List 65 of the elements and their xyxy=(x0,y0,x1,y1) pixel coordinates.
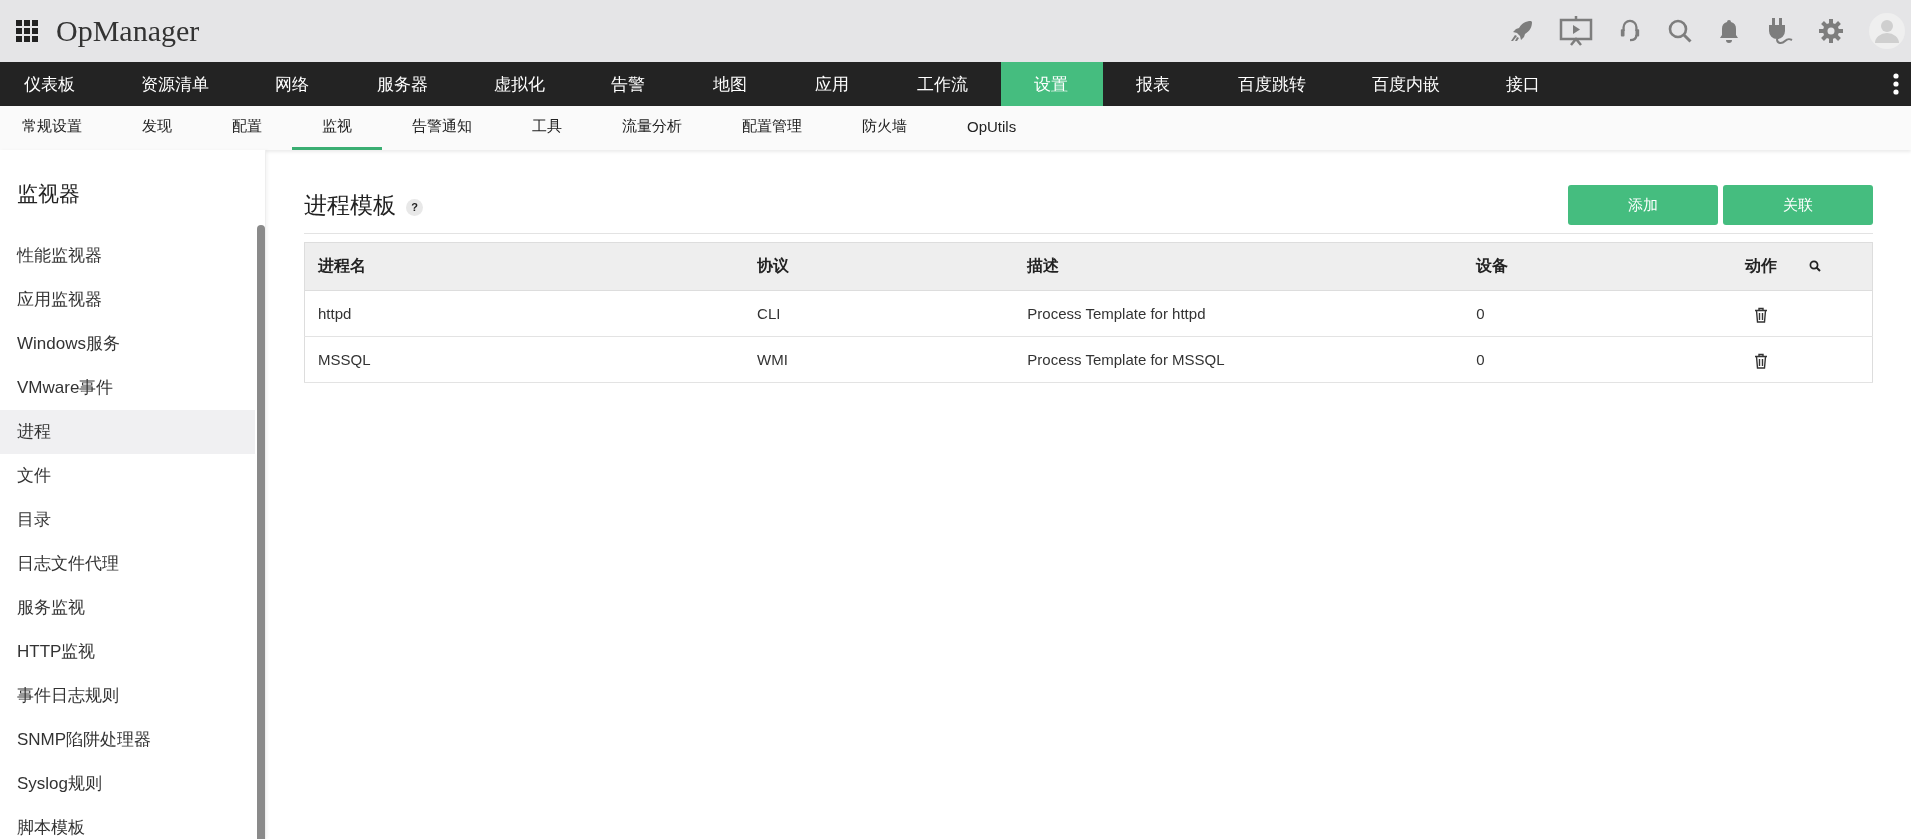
sub-nav-tab[interactable]: OpUtils xyxy=(937,106,1047,150)
sub-nav-tab[interactable]: 工具 xyxy=(502,106,592,150)
nav-tab[interactable]: 报表 xyxy=(1103,62,1205,106)
sidebar-item[interactable]: 应用监视器 xyxy=(0,278,255,322)
sub-nav-tab[interactable]: 流量分析 xyxy=(592,106,712,150)
more-icon[interactable] xyxy=(1893,73,1899,95)
table-cell: 0 xyxy=(1476,305,1485,322)
column-header: 动作 xyxy=(1745,257,1777,274)
table-cell: WMI xyxy=(757,351,788,368)
nav-tab[interactable]: 百度跳转 xyxy=(1205,62,1339,106)
sidebar-item[interactable]: 日志文件代理 xyxy=(0,542,255,586)
sidebar-item[interactable]: Syslog规则 xyxy=(0,762,255,806)
sub-nav-tab[interactable]: 配置管理 xyxy=(712,106,832,150)
nav-tab[interactable]: 接口 xyxy=(1473,62,1575,106)
sidebar-item[interactable]: 目录 xyxy=(0,498,255,542)
app-grid-icon[interactable] xyxy=(16,20,38,42)
app-title: OpManager xyxy=(56,14,200,48)
sidebar-item[interactable]: 事件日志规则 xyxy=(0,674,255,718)
page-title: 进程模板 xyxy=(304,190,396,220)
sub-nav-tab[interactable]: 告警通知 xyxy=(382,106,502,150)
column-header: 设备 xyxy=(1476,257,1509,274)
rocket-icon[interactable] xyxy=(1509,19,1533,43)
nav-tab[interactable]: 仪表板 xyxy=(0,62,108,106)
table-cell: 0 xyxy=(1476,351,1485,368)
sidebar-item[interactable]: 性能监视器 xyxy=(0,234,255,278)
table-cell: Process Template for httpd xyxy=(1027,305,1206,322)
sub-nav-tab[interactable]: 防火墙 xyxy=(832,106,937,150)
nav-tab[interactable]: 工作流 xyxy=(884,62,1001,106)
table-cell: CLI xyxy=(757,305,781,322)
sidebar-item[interactable]: 服务监视 xyxy=(0,586,255,630)
nav-tab[interactable]: 服务器 xyxy=(344,62,461,106)
sub-nav-tab[interactable]: 常规设置 xyxy=(0,106,112,150)
trash-icon[interactable] xyxy=(1754,352,1768,369)
sidebar-item[interactable]: Windows服务 xyxy=(0,322,255,366)
sub-nav-tab[interactable]: 监视 xyxy=(292,106,382,150)
trash-icon[interactable] xyxy=(1754,306,1768,323)
column-header: 进程名 xyxy=(318,257,366,274)
presentation-play-icon[interactable] xyxy=(1559,16,1593,46)
settings-icon[interactable] xyxy=(1819,19,1843,43)
sidebar-item[interactable]: VMware事件 xyxy=(0,366,255,410)
nav-tab[interactable]: 地图 xyxy=(680,62,782,106)
nav-tab[interactable]: 百度内嵌 xyxy=(1339,62,1473,106)
sidebar-item[interactable]: 文件 xyxy=(0,454,255,498)
sub-nav-tab[interactable]: 发现 xyxy=(112,106,202,150)
nav-tab[interactable]: 应用 xyxy=(782,62,884,106)
bell-icon[interactable] xyxy=(1719,19,1739,43)
headset-icon[interactable] xyxy=(1619,18,1641,44)
scrollbar-thumb[interactable] xyxy=(257,225,265,839)
column-header: 协议 xyxy=(757,257,790,274)
sidebar-title: 监视器 xyxy=(16,181,81,207)
sidebar-item[interactable]: HTTP监视 xyxy=(0,630,255,674)
nav-tab[interactable]: 资源清单 xyxy=(108,62,242,106)
nav-tab[interactable]: 告警 xyxy=(578,62,680,106)
nav-tab[interactable]: 虚拟化 xyxy=(461,62,578,106)
help-button[interactable]: ? xyxy=(406,198,423,216)
sidebar-item[interactable]: 进程 xyxy=(0,410,255,454)
table-cell: Process Template for MSSQL xyxy=(1027,351,1225,368)
search-icon[interactable] xyxy=(1809,259,1822,272)
nav-tab[interactable]: 网络 xyxy=(242,62,344,106)
column-header: 描述 xyxy=(1027,257,1060,274)
table-cell: MSSQL xyxy=(318,351,371,368)
sidebar-item[interactable]: 脚本模板 xyxy=(0,806,255,839)
sub-nav-tab[interactable]: 配置 xyxy=(202,106,292,150)
table-cell: httpd xyxy=(318,305,352,322)
sidebar-item[interactable]: SNMP陷阱处理器 xyxy=(0,718,255,762)
